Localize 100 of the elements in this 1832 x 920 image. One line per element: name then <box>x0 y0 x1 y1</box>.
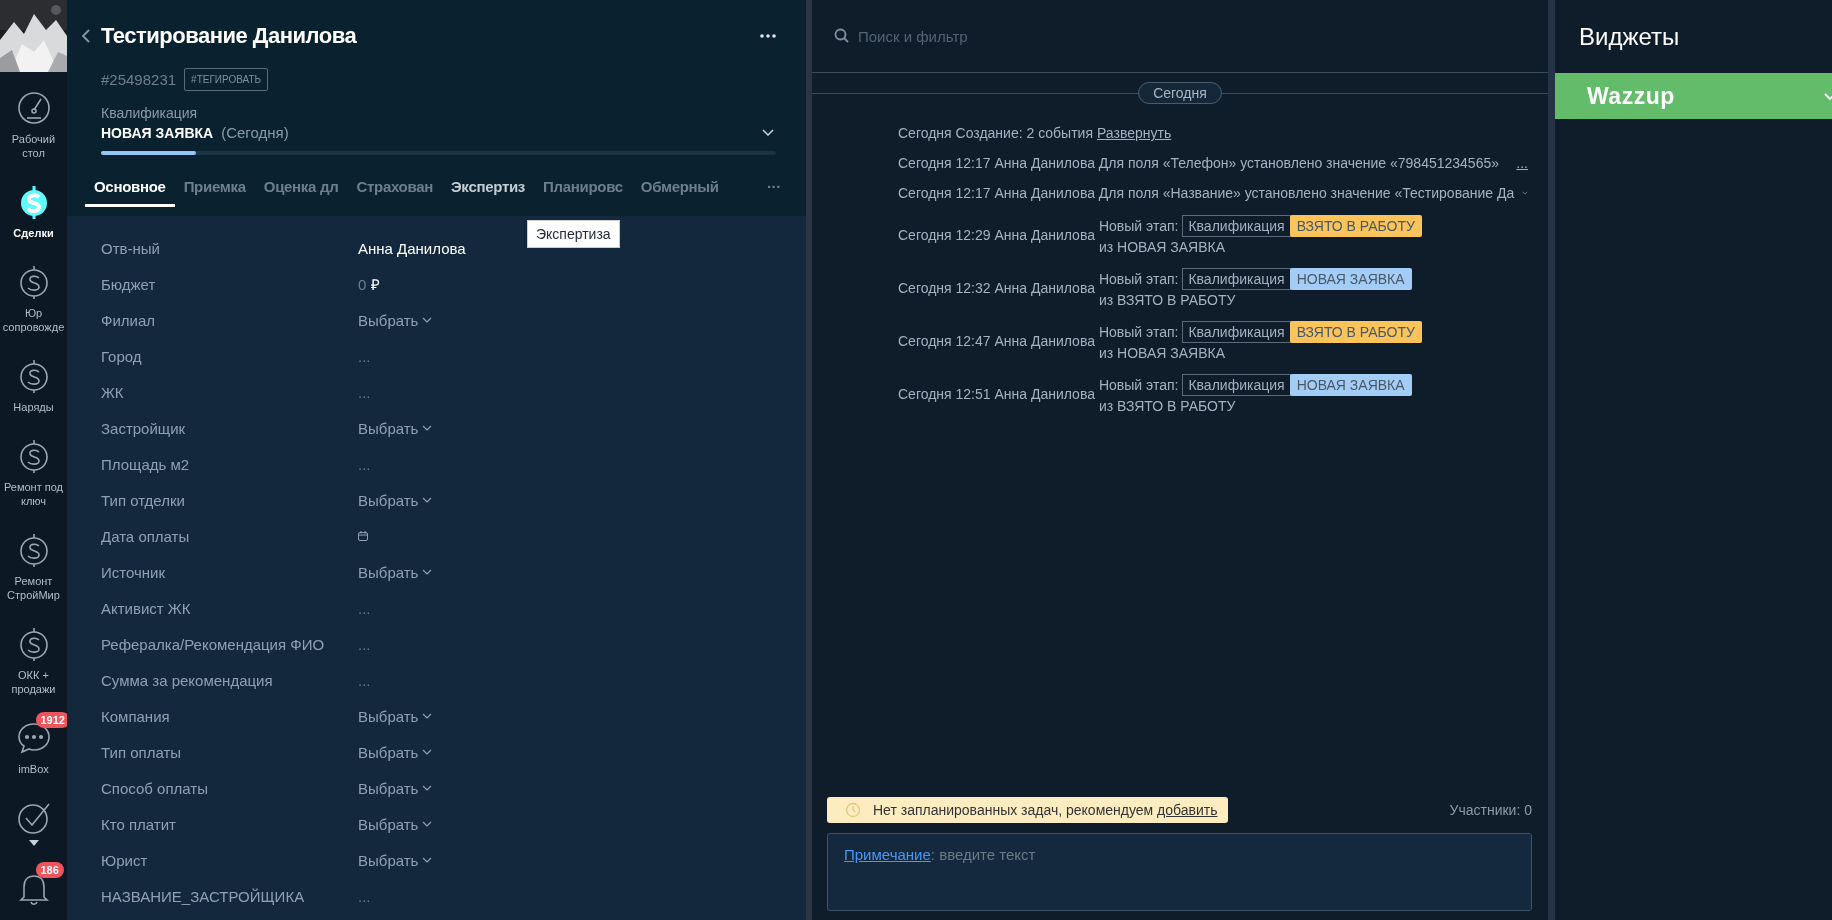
event-author: Сегодня 12:32 Анна Данилова <box>898 279 1095 296</box>
add-task-link[interactable]: добавить <box>1157 802 1218 818</box>
field-label: Тип оплаты <box>101 743 183 761</box>
budget-amount[interactable]: 0 <box>358 275 367 293</box>
select-dropdown[interactable]: Выбрать <box>358 743 433 761</box>
pipeline-tag: Квалификация <box>1182 267 1291 290</box>
calendar-icon[interactable] <box>358 531 368 541</box>
clock-icon <box>845 802 861 818</box>
nav-item[interactable]: 186 <box>0 852 67 912</box>
previous-stage: из ВЗЯТО В РАБОТУ <box>1098 291 1237 308</box>
expand-link[interactable]: Развернуть <box>1097 125 1172 141</box>
tab[interactable]: Оценка дл <box>254 172 348 207</box>
field-label: Активист ЖК <box>101 599 192 617</box>
select-dropdown[interactable]: Выбрать <box>358 815 433 833</box>
nav-label: Рабочий стол <box>10 132 57 160</box>
event-label: Новый этап: <box>1098 217 1179 234</box>
nav-item[interactable]: Ремонт под ключ <box>0 420 67 514</box>
field-label: Рефералка/Рекомендация ФИО <box>101 635 326 653</box>
widget-name: Wazzup <box>1587 82 1676 110</box>
field-label: Источник <box>101 563 167 581</box>
stage-date: (Сегодня) <box>221 124 290 141</box>
select-dropdown[interactable]: Выбрать <box>358 851 433 869</box>
search-field[interactable]: Поиск и фильтр <box>856 26 1548 46</box>
empty-value[interactable]: ... <box>358 887 371 905</box>
note-type-link[interactable]: Примечание <box>844 846 931 863</box>
field-label: Филиал <box>101 311 156 329</box>
chevron-down-icon[interactable] <box>762 129 774 136</box>
field-label: Способ оплаты <box>101 779 209 797</box>
notice-text: Нет запланированных задач, рекомендуем добавить <box>873 802 1218 818</box>
empty-value[interactable]: ... <box>358 599 371 617</box>
field-label: Дата оплаты <box>101 527 191 545</box>
more-link[interactable]: ... <box>1516 155 1528 171</box>
event-author: Сегодня 12:29 Анна Данилова <box>898 226 1095 243</box>
nav-label: Сделки <box>12 226 55 240</box>
select-dropdown[interactable]: Выбрать <box>358 419 433 437</box>
chevron-down-icon <box>422 569 433 575</box>
previous-stage: из НОВАЯ ЗАЯВКА <box>1098 344 1227 361</box>
tab[interactable]: Обмерный <box>631 172 728 207</box>
nav-label: Юр сопровожде <box>1 306 66 334</box>
back-icon[interactable] <box>82 29 90 43</box>
event-author: Сегодня 12:47 Анна Данилова <box>898 332 1095 349</box>
nav-label: Ремонт СтройМир <box>6 574 61 602</box>
tab[interactable]: Страхован <box>347 172 442 207</box>
empty-value[interactable]: ... <box>358 347 371 365</box>
select-dropdown[interactable]: Выбрать <box>358 491 433 509</box>
nav-label: Наряды <box>12 400 55 414</box>
nav-item[interactable]: Ремонт СтройМир <box>0 514 67 608</box>
status-tag: ВЗЯТО В РАБОТУ <box>1289 214 1422 237</box>
more-icon[interactable] <box>760 34 776 38</box>
field-label: Город <box>101 347 143 365</box>
chevron-down-icon <box>422 821 433 827</box>
currency-sign: ₽ <box>371 275 381 294</box>
empty-value[interactable]: ... <box>358 455 371 473</box>
event-label: Новый этап: <box>1098 376 1179 393</box>
status-tag: НОВАЯ ЗАЯВКА <box>1289 373 1412 396</box>
notification-badge: 1912 <box>35 712 67 728</box>
nav-item[interactable]: Юр сопровожде <box>0 246 67 340</box>
lead-title: Тестирование Данилова <box>101 23 358 49</box>
tab[interactable]: Основное <box>85 172 175 207</box>
previous-stage: из НОВАЯ ЗАЯВКА <box>1098 238 1227 255</box>
pipeline-name: Квалификация <box>101 105 199 121</box>
field-label: Компания <box>101 707 171 725</box>
participants-count: Участники: 0 <box>1449 802 1532 818</box>
select-dropdown[interactable]: Выбрать <box>358 779 433 797</box>
empty-value[interactable]: ... <box>358 635 371 653</box>
nav-item[interactable]: Наряды <box>0 340 67 420</box>
chevron-down-icon <box>422 713 433 719</box>
stage-name[interactable]: НОВАЯ ЗАЯВКА <box>101 124 214 141</box>
tab[interactable]: Приемка <box>174 172 255 207</box>
tooltip: Экспертиза <box>527 220 620 248</box>
note-field[interactable]: Примечание: введите текст <box>827 833 1532 911</box>
more-tabs-button[interactable]: ··· <box>757 172 790 207</box>
field-label: Юрист <box>101 851 149 869</box>
chevron-down-icon <box>422 497 433 503</box>
select-dropdown[interactable]: Выбрать <box>358 707 433 725</box>
tab[interactable]: Планировс <box>534 172 632 207</box>
select-dropdown[interactable]: Выбрать <box>358 311 433 329</box>
event-text: Сегодня 12:17 Анна Данилова Для поля «Телефон» установлено значение «798451234565» <box>898 155 1499 171</box>
event-label: Новый этап: <box>1098 270 1179 287</box>
caret-icon[interactable] <box>28 840 39 846</box>
note-placeholder: : введите текст <box>930 846 1036 863</box>
field-value[interactable]: Анна Данилова <box>358 239 466 257</box>
chevron-down-icon <box>422 425 433 431</box>
select-dropdown[interactable]: Выбрать <box>358 563 433 581</box>
field-label: Площадь м2 <box>101 455 191 473</box>
nav-item[interactable]: Рабочий стол <box>0 72 67 166</box>
tab[interactable]: Экспертиз <box>442 172 534 207</box>
nav-label: Ремонт под ключ <box>2 480 65 508</box>
empty-value[interactable]: ... <box>358 671 371 689</box>
field-label: НАЗВАНИЕ_ЗАСТРОЙЩИКА <box>101 887 306 905</box>
nav-item[interactable]: ОКК + продажи <box>0 608 67 702</box>
search-icon <box>834 28 850 44</box>
nav-item[interactable]: Сделки <box>0 166 67 246</box>
field-label: Отв-ный <box>101 239 161 257</box>
field-label: Застройщик <box>101 419 187 437</box>
nav-label: ОКК + продажи <box>10 668 57 696</box>
widgets-title: Виджеты <box>1578 22 1681 52</box>
status-tag: ВЗЯТО В РАБОТУ <box>1289 320 1422 343</box>
empty-value[interactable]: ... <box>358 383 371 401</box>
tag-button[interactable]: #ТЕГИРОВАТЬ <box>184 68 269 91</box>
